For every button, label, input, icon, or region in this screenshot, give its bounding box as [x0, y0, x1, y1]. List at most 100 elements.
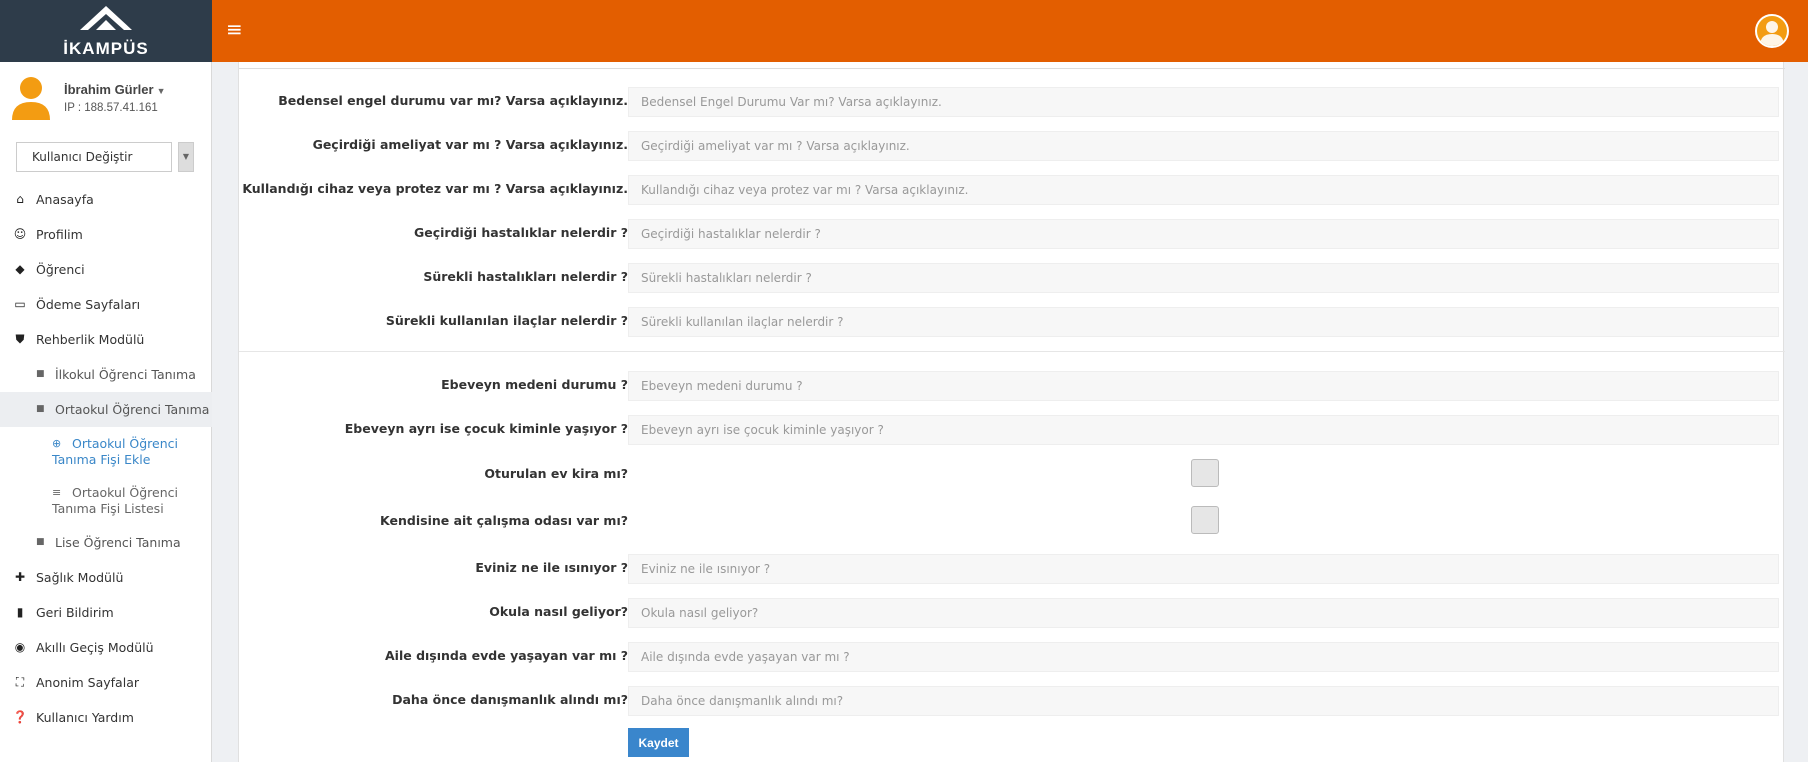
sidebar-item-label: Geri Bildirim	[36, 605, 114, 620]
field-label: Eviniz ne ile ısınıyor ?	[475, 560, 628, 575]
caret-down-icon: ▼	[156, 86, 166, 96]
aile-disi-yasayan-input[interactable]	[628, 642, 1779, 672]
okula-gelis-input[interactable]	[628, 598, 1779, 628]
list-icon: ■	[36, 537, 45, 547]
sidebar-item-yardim[interactable]: ❓ Kullanıcı Yardım	[0, 700, 212, 735]
user-avatar	[12, 77, 50, 120]
form-row: Aile dışında evde yaşayan var mı ?	[239, 640, 1785, 672]
form-row: Okula nasıl geliyor?	[239, 596, 1785, 628]
section-divider	[239, 351, 1785, 352]
cocuk-kiminle-input[interactable]	[628, 415, 1779, 445]
user-switch-select[interactable]: Kullanıcı Değiştir	[16, 142, 172, 172]
top-navbar: ≡	[212, 0, 1808, 62]
form-row: Geçirdiği hastalıklar nelerdir ?	[239, 217, 1785, 249]
select-arrow-icon[interactable]: ▼	[178, 142, 194, 172]
profile-icon: ☺	[13, 227, 27, 241]
list-icon: ■	[36, 369, 45, 379]
top-user-avatar[interactable]	[1755, 14, 1789, 48]
danismanlik-input[interactable]	[628, 686, 1779, 716]
sidebar-item-label: Profilim	[36, 227, 83, 242]
cihaz-protez-input[interactable]	[628, 175, 1779, 205]
field-label: Bedensel engel durumu var mı? Varsa açık…	[278, 93, 628, 108]
field-label: Okula nasıl geliyor?	[489, 604, 628, 619]
save-button[interactable]: Kaydet	[628, 728, 689, 757]
field-label: Ebeveyn ayrı ise çocuk kiminle yaşıyor ?	[344, 421, 628, 436]
sidebar-subitem-label: İlkokul Öğrenci Tanıma	[55, 367, 196, 382]
form-row: Sürekli hastalıkları nelerdir ?	[239, 261, 1785, 293]
sidebar-item-anonim[interactable]: ⛶ Anonim Sayfalar	[0, 665, 212, 700]
sidebar-item-label: Akıllı Geçiş Modülü	[36, 640, 154, 655]
user-ip: IP : 188.57.41.161	[64, 102, 158, 114]
sidebar-link-fis-listesi[interactable]: ≡ Ortaokul Öğrenci Tanıma Fişi Listesi	[0, 476, 212, 525]
field-label: Sürekli kullanılan ilaçlar nelerdir ?	[385, 313, 628, 328]
sidebar-item-rehberlik[interactable]: ⛊ Rehberlik Modülü	[0, 322, 212, 357]
field-label: Kullandığı cihaz veya protez var mı ? Va…	[242, 181, 628, 196]
form-row: Daha önce danışmanlık alındı mı?	[239, 684, 1785, 716]
shield-check-icon: ⛊	[15, 332, 25, 346]
bedensel-engel-input[interactable]	[628, 87, 1779, 117]
sidebar-item-anasayfa[interactable]: ⌂ Anasayfa	[0, 182, 212, 217]
ebeveyn-medeni-durum-input[interactable]	[628, 371, 1779, 401]
form-panel: Bedensel engel durumu var mı? Varsa açık…	[238, 62, 1785, 762]
field-label: Aile dışında evde yaşayan var mı ?	[385, 648, 628, 663]
isinma-input[interactable]	[628, 554, 1779, 584]
field-label: Sürekli hastalıkları nelerdir ?	[423, 269, 628, 284]
user-panel: İbrahim Gürler ▼ IP : 188.57.41.161	[0, 62, 212, 132]
surekli-hastaliklar-input[interactable]	[628, 263, 1779, 293]
sidebar-item-label: Anonim Sayfalar	[36, 675, 139, 690]
form-row: Eviniz ne ile ısınıyor ?	[239, 552, 1785, 584]
list-icon: ■	[36, 404, 45, 414]
ev-kira-checkbox[interactable]	[1191, 459, 1219, 487]
sidebar-item-odeme[interactable]: ▭ Ödeme Sayfaları	[0, 287, 212, 322]
expand-icon: ⛶	[15, 675, 25, 689]
ameliyat-input[interactable]	[628, 131, 1779, 161]
field-label: Ebeveyn medeni durumu ?	[441, 377, 628, 392]
sidebar-item-label: Ödeme Sayfaları	[36, 297, 141, 312]
field-label: Kendisine ait çalışma odası var mı?	[380, 513, 628, 528]
sidebar-subitem-ortaokul[interactable]: ■ Ortaokul Öğrenci Tanıma	[0, 392, 212, 427]
field-label: Geçirdiği ameliyat var mı ? Varsa açıkla…	[312, 137, 628, 152]
sidebar-subitem-lise[interactable]: ■ Lise Öğrenci Tanıma	[0, 525, 212, 560]
calisma-odasi-checkbox[interactable]	[1191, 506, 1219, 534]
ilaclar-input[interactable]	[628, 307, 1779, 337]
sidebar-item-label: Sağlık Modülü	[36, 570, 124, 585]
sidebar-item-label: Anasayfa	[36, 192, 94, 207]
list-icon: ≡	[52, 486, 62, 499]
sidebar-item-label: Öğrenci	[36, 262, 85, 277]
field-label: Daha önce danışmanlık alındı mı?	[392, 692, 628, 707]
page-scroll-track	[1790, 62, 1808, 762]
graduation-cap-icon: ◆	[15, 262, 25, 276]
compass-icon: ◉	[14, 640, 26, 654]
book-icon: ▮	[16, 605, 24, 619]
sidebar-link-fis-ekle[interactable]: ⊕ Ortaokul Öğrenci Tanıma Fişi Ekle	[0, 427, 212, 476]
sidebar-item-profilim[interactable]: ☺ Profilim	[0, 217, 212, 252]
form-row: Ebeveyn medeni durumu ?	[239, 369, 1785, 401]
home-icon: ⌂	[16, 192, 24, 206]
user-name-text: İbrahim Gürler	[64, 82, 154, 97]
sidebar-subitem-label: Ortaokul Öğrenci Tanıma	[55, 402, 210, 417]
plus-circle-icon: ⊕	[52, 437, 62, 450]
sidebar-link-label: Ortaokul Öğrenci Tanıma Fişi Ekle	[52, 436, 179, 467]
sidebar-item-ogrenci[interactable]: ◆ Öğrenci	[0, 252, 212, 287]
hastaliklar-input[interactable]	[628, 219, 1779, 249]
sidebar-nav: ⌂ Anasayfa ☺ Profilim ◆ Öğrenci ▭ Ödeme Sayf…	[0, 182, 212, 735]
form-row: Kullandığı cihaz veya protez var mı ? Va…	[239, 173, 1785, 205]
logo-mark-icon	[80, 6, 132, 30]
sidebar-subitem-ilkokul[interactable]: ■ İlkokul Öğrenci Tanıma	[0, 357, 212, 392]
bandage-icon: ✚	[14, 570, 26, 584]
hamburger-menu-icon[interactable]: ≡	[226, 17, 243, 41]
sidebar-item-geri-bildirim[interactable]: ▮ Geri Bildirim	[0, 595, 212, 630]
form-row: Geçirdiği ameliyat var mı ? Varsa açıkla…	[239, 129, 1785, 161]
sidebar-item-saglik[interactable]: ✚ Sağlık Modülü	[0, 560, 212, 595]
form-row: Kendisine ait çalışma odası var mı?	[239, 505, 1785, 537]
field-label: Geçirdiği hastalıklar nelerdir ?	[413, 225, 628, 240]
avatar-icon	[1760, 21, 1784, 46]
user-name[interactable]: İbrahim Gürler ▼	[64, 82, 166, 97]
form-row: Bedensel engel durumu var mı? Varsa açık…	[239, 85, 1785, 117]
sidebar-link-label: Ortaokul Öğrenci Tanıma Fişi Listesi	[52, 485, 179, 516]
brand-name: İKAMPÜS	[63, 39, 149, 58]
form-row: Oturulan ev kira mı?	[239, 458, 1785, 490]
sidebar-item-akilli-gecis[interactable]: ◉ Akıllı Geçiş Modülü	[0, 630, 212, 665]
brand-logo[interactable]: İKAMPÜS	[0, 0, 212, 62]
credit-card-icon: ▭	[14, 297, 26, 311]
